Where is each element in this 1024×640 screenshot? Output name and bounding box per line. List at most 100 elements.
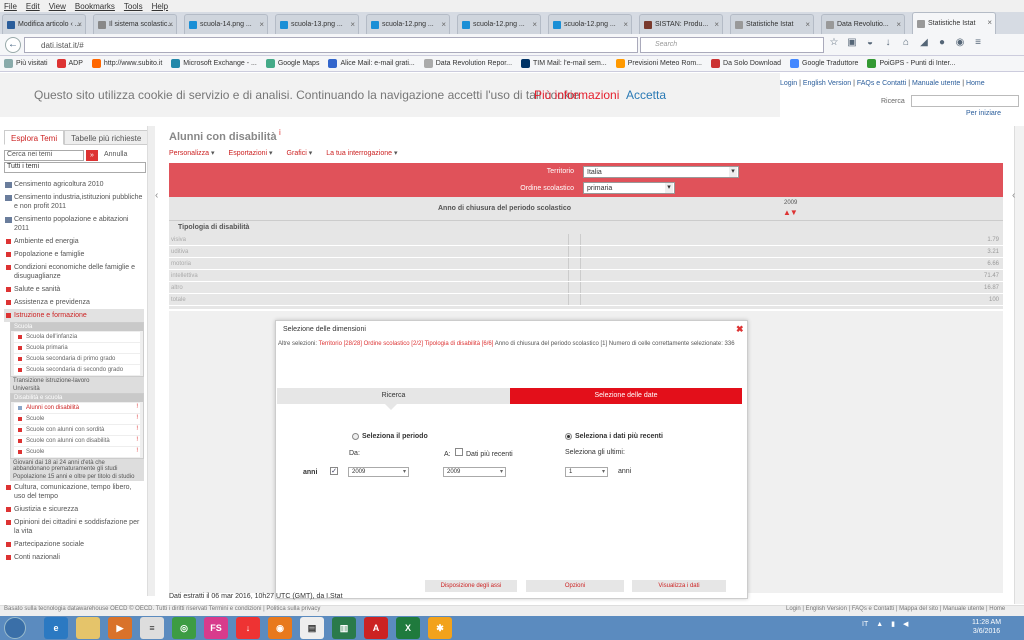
tree-leaf[interactable]: Scuola primaria	[14, 343, 140, 353]
close-tab-icon[interactable]: ×	[77, 20, 82, 29]
ordine-select[interactable]: primaria	[583, 182, 675, 194]
grafici-menu[interactable]: Grafici	[287, 149, 313, 157]
tree-leaf[interactable]: Scuola dell'infanzia	[14, 332, 140, 342]
personalizza-menu[interactable]: Personalizza	[169, 149, 215, 157]
star-icon[interactable]: ☆	[828, 37, 840, 49]
tree-leaf[interactable]: Università	[10, 385, 144, 393]
tree-item[interactable]: Opinioni dei cittadini e soddisfazione p…	[4, 516, 144, 538]
esportazioni-menu[interactable]: Esportazioni	[229, 149, 273, 157]
bookmark-item[interactable]: Da Solo Download	[711, 59, 781, 68]
pdf-icon[interactable]: A	[364, 617, 388, 639]
close-tab-icon[interactable]: ×	[168, 20, 173, 29]
per-iniziare-link[interactable]: Per iniziare	[966, 110, 1001, 117]
opzioni-button[interactable]: Opzioni	[526, 580, 624, 592]
tree-item[interactable]: Condizioni economiche delle famiglie e d…	[4, 261, 144, 283]
bookmark-item[interactable]: Data Revolution Repor...	[423, 59, 512, 68]
chrome-icon[interactable]: ◎	[172, 617, 196, 639]
bookmark-item[interactable]: TIM Mail: l'e-mail sem...	[521, 59, 607, 68]
browser-tab[interactable]: Data Revolutio... ×	[821, 14, 905, 34]
tab-ricerca[interactable]: Ricerca	[277, 388, 510, 404]
bookmark-item[interactable]: Google Traduttore	[790, 59, 858, 68]
bookmark-item[interactable]: ADP	[56, 59, 83, 68]
browser-tab[interactable]: Il sistema scolastic... ×	[93, 14, 177, 34]
tree-item-open[interactable]: Istruzione e formazione	[4, 309, 144, 322]
recenti-radio[interactable]	[565, 433, 572, 440]
bookmark-item[interactable]: Più visitati	[4, 59, 48, 68]
close-tab-icon[interactable]: ×	[623, 20, 628, 29]
subtree-header[interactable]: Scuola	[11, 323, 143, 331]
tree-leaf[interactable]: Scuola secondaria di secondo grado	[14, 365, 140, 375]
url-bar[interactable]: dati.istat.it/#	[24, 37, 638, 53]
app-icon[interactable]: ▥	[332, 617, 356, 639]
back-button[interactable]: ←	[5, 37, 21, 53]
close-icon[interactable]: ✖	[736, 324, 744, 335]
tree-leaf[interactable]: Giovani dai 18 ai 24 anni d'età che abba…	[10, 459, 144, 473]
browser-tab[interactable]: scuola-12.png ... ×	[548, 14, 632, 34]
interrogazione-menu[interactable]: La tua interrogazione	[326, 149, 397, 157]
annulla-link[interactable]: Annulla	[104, 151, 127, 158]
browser-tab[interactable]: scuola-12.png ... ×	[457, 14, 541, 34]
clock[interactable]: 11:28 AM 3/6/2016	[972, 618, 1001, 636]
tree-item[interactable]: Censimento agricoltura 2010	[4, 178, 144, 191]
reading-list-icon[interactable]: ▣	[846, 37, 858, 49]
ie-icon[interactable]: e	[44, 617, 68, 639]
collapse-left-icon[interactable]: ‹	[155, 190, 161, 201]
tree-item[interactable]: Conti nazionali	[4, 551, 144, 564]
menu-icon[interactable]: ≡	[972, 37, 984, 49]
share-icon[interactable]: ◢	[918, 37, 930, 49]
tree-item[interactable]: Salute e sanità	[4, 283, 144, 296]
page-scrollbar[interactable]	[1014, 126, 1024, 604]
english-link[interactable]: English Version	[803, 80, 851, 87]
notepad-icon[interactable]: ≡	[140, 617, 164, 639]
tray-arrow-icon[interactable]: ▲	[876, 621, 883, 628]
tree-item[interactable]: Giustizia e sicurezza	[4, 503, 144, 516]
dati-recenti-checkbox[interactable]	[455, 448, 463, 456]
start-button[interactable]	[4, 617, 26, 639]
close-tab-icon[interactable]: ×	[714, 20, 719, 29]
tree-leaf[interactable]: Scuole con alunni con disabilità!	[14, 436, 140, 446]
download-icon[interactable]: ↓	[882, 37, 894, 49]
bookmark-item[interactable]: Alice Mail: e-mail grati...	[328, 59, 415, 68]
visualizza-button[interactable]: Visualizza i dati	[632, 580, 726, 592]
browser-tab[interactable]: scuola-13.png ... ×	[275, 14, 359, 34]
tree-item[interactable]: Popolazione e famiglie	[4, 248, 144, 261]
bookmark-item[interactable]: Previsioni Meteo Rom...	[615, 59, 702, 68]
close-tab-icon[interactable]: ×	[896, 20, 901, 29]
collapse-right-icon[interactable]: ‹	[1012, 190, 1015, 201]
manual-link[interactable]: Manuale utente	[912, 80, 960, 87]
from-year-select[interactable]: 2009	[348, 467, 409, 477]
tree-item[interactable]: Assistenza e previdenza	[4, 296, 144, 309]
language-indicator[interactable]: IT	[862, 621, 868, 628]
sel-territorio-link[interactable]: Territorio [28/28]	[319, 341, 362, 347]
tree-item[interactable]: Censimento popolazione e abitazioni 2011	[4, 213, 144, 235]
tree-leaf[interactable]: Scuole!	[14, 414, 140, 424]
addon-icon[interactable]: ◉	[954, 37, 966, 49]
cookie-more-link[interactable]: Più informazioni	[534, 88, 619, 102]
home-icon[interactable]: ⌂	[900, 37, 912, 49]
browser-tab[interactable]: Statistiche Istat ×	[730, 14, 814, 34]
browser-tab[interactable]: Statistiche Istat ×	[912, 12, 996, 34]
anni-checkbox[interactable]: ✓	[330, 467, 338, 475]
info-icon[interactable]: i	[279, 128, 281, 137]
network-app-icon[interactable]: ✱	[428, 617, 452, 639]
sort-icon[interactable]: ▲▼	[783, 208, 798, 217]
tray-network-icon[interactable]: ▮	[891, 620, 895, 628]
close-tab-icon[interactable]: ×	[532, 20, 537, 29]
browser-tab[interactable]: SISTAN: Produ... ×	[639, 14, 723, 34]
bookmark-item[interactable]: PoiGPS - Punti di Inter...	[867, 59, 955, 68]
to-year-select[interactable]: 2009	[443, 467, 506, 477]
tab-selezione-date[interactable]: Selezione delle date	[510, 388, 742, 404]
doc-icon[interactable]: ▤	[300, 617, 324, 639]
bookmark-item[interactable]: http://www.subito.it	[91, 59, 162, 68]
home-link[interactable]: Home	[966, 80, 985, 87]
tree-item[interactable]: Cultura, comunicazione, tempo libero, us…	[4, 481, 144, 503]
browser-tab[interactable]: Modifica articolo ‹ ... ×	[2, 14, 86, 34]
tab-tabelle[interactable]: Tabelle più richieste	[64, 130, 149, 145]
firefox-icon[interactable]: ◉	[268, 617, 292, 639]
theme-search-button[interactable]: »	[86, 150, 98, 161]
bookmark-item[interactable]: Google Maps	[265, 59, 319, 68]
subtree-header[interactable]: Disabilità e scuola	[11, 394, 143, 402]
disposizione-button[interactable]: Disposizione degli assi	[425, 580, 517, 592]
site-search-input[interactable]	[911, 95, 1019, 107]
menu-view[interactable]: View	[49, 2, 66, 11]
